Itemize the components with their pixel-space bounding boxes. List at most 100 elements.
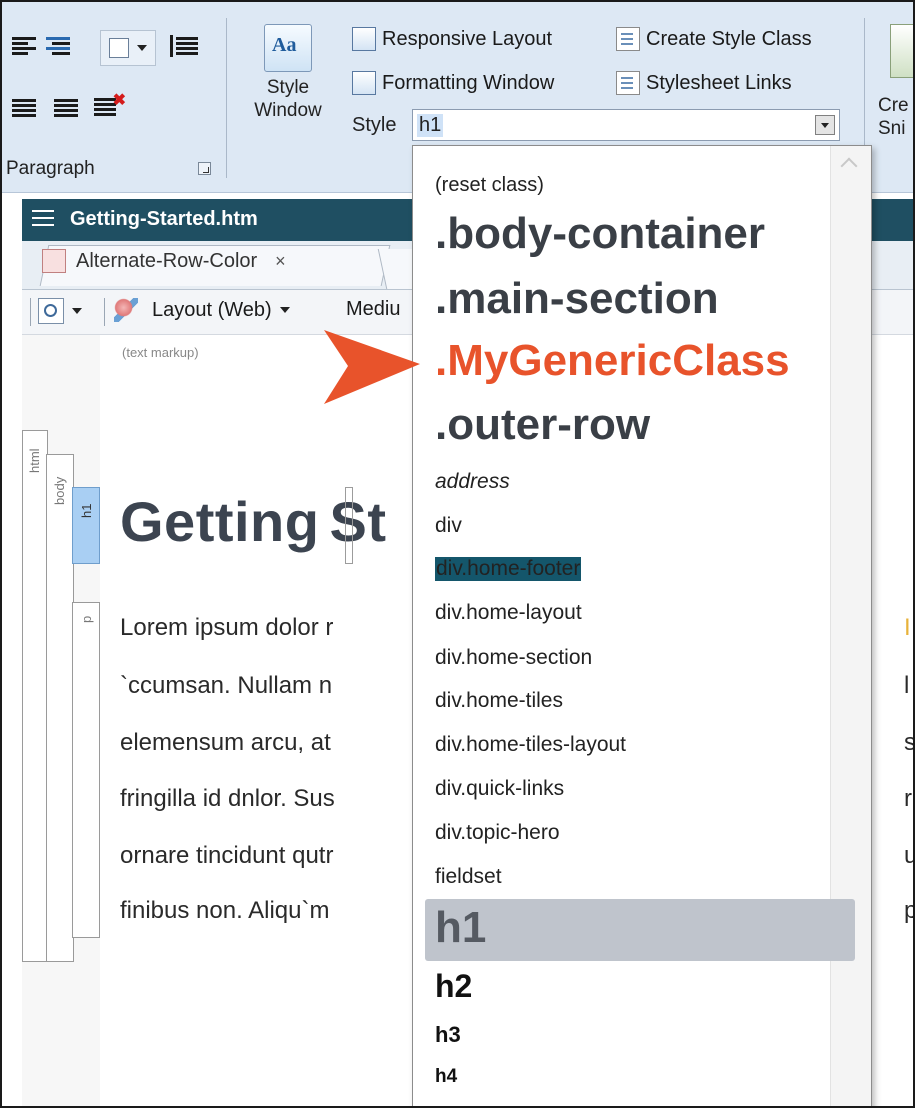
style-combobox[interactable]: h1	[412, 109, 840, 141]
decrease-indent-icon	[12, 35, 36, 57]
create-snippet-label-line1: Cre	[878, 95, 909, 116]
paragraph-right-fragment: u	[904, 842, 913, 870]
style-window-button[interactable]: Aa Style Window	[244, 24, 332, 122]
heading-text-continuation: St	[329, 490, 387, 553]
paragraph-group-label: Paragraph	[6, 158, 95, 179]
style-dropdown-list[interactable]: (reset class) .body-container .main-sect…	[412, 145, 872, 1106]
style-option[interactable]: (reset class)	[435, 174, 544, 197]
paragraph-line[interactable]: `ccumsan. Nullam n	[120, 672, 420, 700]
clear-alignment-button[interactable]: ✖	[92, 92, 126, 124]
medium-label: Mediu	[346, 298, 401, 320]
increase-indent-button[interactable]	[44, 32, 74, 62]
chevron-down-icon	[279, 307, 290, 313]
formatting-window-icon	[352, 71, 376, 95]
structure-bar-h1[interactable]: h1	[72, 487, 100, 564]
structure-bar-html[interactable]: html	[22, 430, 48, 962]
preview-dropdown[interactable]	[38, 298, 82, 324]
responsive-layout-label: Responsive Layout	[382, 27, 553, 50]
style-option-selected[interactable]: h1	[435, 903, 486, 953]
insert-image-dropdown[interactable]	[100, 30, 156, 66]
selected-item-background	[425, 899, 855, 961]
scroll-up-arrow-icon[interactable]	[840, 157, 858, 175]
stylesheet-links-label: Stylesheet Links	[646, 71, 792, 94]
red-x-icon: ✖	[112, 92, 126, 109]
style-window-label-line2: Window	[254, 100, 322, 121]
style-option[interactable]: div.topic-hero	[435, 821, 560, 845]
text-caret	[345, 487, 353, 564]
create-style-class-button[interactable]: Create Style Class	[616, 27, 812, 51]
style-option[interactable]: address	[435, 470, 510, 494]
paragraph-line[interactable]: Lorem ipsum dolor r	[120, 614, 420, 642]
app-window: ✖ Paragraph Aa Style Window Responsive L…	[0, 0, 915, 1108]
style-option[interactable]: h4	[435, 1066, 457, 1088]
paragraph-right-fragment: I	[904, 614, 911, 641]
style-option[interactable]: .body-container	[435, 209, 765, 259]
create-style-class-label: Create Style Class	[646, 27, 812, 50]
justify-button[interactable]	[52, 94, 82, 124]
image-icon	[109, 38, 129, 58]
style-option[interactable]: h3	[435, 1022, 461, 1048]
paragraph-right-fragment: r	[904, 785, 912, 812]
group-separator	[226, 18, 227, 178]
responsive-layout-icon	[352, 27, 376, 51]
toolbar-separator	[104, 298, 105, 326]
style-option[interactable]: div.home-tiles-layout	[435, 733, 626, 757]
paragraph-right-fragment: l	[904, 672, 910, 699]
paragraph-dialog-launcher[interactable]	[198, 162, 211, 175]
style-option[interactable]: .main-section	[435, 274, 719, 324]
toolbar-separator	[30, 298, 31, 326]
magnifier-icon	[38, 298, 64, 324]
formatting-window-button[interactable]: Formatting Window	[352, 71, 554, 95]
style-label: Style	[352, 114, 397, 136]
style-option[interactable]: div	[435, 514, 462, 538]
style-option-highlighted-class[interactable]: .MyGenericClass	[435, 336, 790, 386]
paragraph-line[interactable]: finibus non. Aliqu`m	[120, 897, 420, 925]
chevron-down-icon[interactable]	[815, 115, 835, 135]
style-option[interactable]: div.home-section	[435, 646, 592, 670]
align-left-button[interactable]	[10, 94, 40, 124]
hamburger-menu-icon[interactable]	[32, 210, 54, 231]
create-snippet-button[interactable]: Cre Sni	[878, 22, 909, 140]
style-option[interactable]: div.home-layout	[435, 601, 582, 625]
paragraph-line[interactable]: elemensum arcu, at	[120, 729, 420, 757]
style-option[interactable]: div.quick-links	[435, 777, 564, 801]
callout-arrow-icon	[324, 330, 420, 404]
tab-alternate-row-color-content[interactable]: Alternate-Row-Color ×	[42, 249, 286, 273]
style-option-hover[interactable]: div.home-footer	[435, 557, 582, 581]
stylesheet-link-icon	[616, 71, 640, 95]
formatting-window-label: Formatting Window	[382, 71, 555, 94]
medium-dropdown[interactable]: Mediu	[346, 298, 400, 321]
tab-label: Alternate-Row-Color	[76, 249, 258, 272]
document-icon	[616, 27, 640, 51]
style-option[interactable]: h2	[435, 968, 472, 1005]
style-option[interactable]: .outer-row	[435, 400, 650, 450]
paragraph-line[interactable]: fringilla id dnlor. Sus	[120, 785, 420, 813]
layout-icon	[114, 298, 138, 322]
heading-text: Getting	[120, 490, 320, 553]
create-snippet-label-line2: Sni	[878, 118, 906, 139]
scrollbar[interactable]	[830, 146, 871, 1106]
list-button[interactable]	[164, 30, 200, 66]
increase-indent-icon	[46, 35, 70, 57]
paragraph-right-fragment: s	[904, 729, 915, 756]
justify-icon	[54, 97, 78, 119]
decrease-indent-button[interactable]	[10, 32, 40, 62]
responsive-layout-button[interactable]: Responsive Layout	[352, 27, 552, 51]
style-option[interactable]: div.home-tiles	[435, 689, 563, 713]
stylesheet-links-button[interactable]: Stylesheet Links	[616, 71, 792, 95]
style-window-label-line1: Style	[266, 77, 310, 98]
close-icon[interactable]: ×	[275, 251, 286, 272]
layout-dropdown[interactable]: Layout (Web)	[114, 298, 290, 322]
list-icon	[170, 35, 198, 57]
style-option[interactable]: fieldset	[435, 865, 502, 889]
style-combobox-value[interactable]: h1	[417, 114, 444, 137]
paragraph-right-fragment: p	[904, 897, 913, 925]
text-markup-label: (text markup)	[122, 345, 199, 360]
topic-file-icon	[42, 249, 66, 273]
paragraph-line[interactable]: ornare tincidunt qutr	[120, 842, 420, 870]
structure-bar-body[interactable]: body	[46, 454, 74, 962]
chevron-down-icon	[72, 308, 82, 314]
align-left-icon	[12, 97, 36, 119]
structure-bar-p[interactable]: p	[72, 602, 100, 938]
document-title: Getting-Started.htm	[70, 208, 258, 230]
